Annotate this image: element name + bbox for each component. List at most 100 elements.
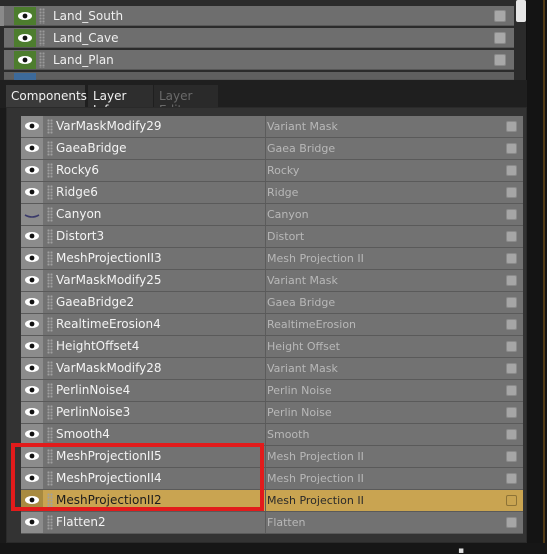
visibility-toggle[interactable] (21, 204, 43, 225)
drag-handle[interactable] (47, 141, 53, 156)
component-row[interactable]: VarMaskModify28 Variant Mask (21, 358, 523, 380)
drag-handle[interactable] (39, 8, 45, 24)
resize-grip-icon[interactable]: ▪ ▪ (458, 547, 472, 554)
component-row[interactable]: PerlinNoise4 Perlin Noise (21, 380, 523, 402)
component-row[interactable]: VarMaskModify29 Variant Mask (21, 116, 523, 138)
component-name: GaeaBridge2 (56, 295, 135, 309)
visibility-toggle[interactable] (21, 336, 43, 357)
component-type: Flatten (267, 516, 306, 529)
layer-options-button[interactable] (494, 32, 506, 44)
component-row[interactable]: Flatten2 Flatten (21, 512, 523, 534)
component-name: Canyon (56, 207, 102, 221)
drag-handle[interactable] (47, 273, 53, 288)
drag-handle[interactable] (47, 295, 53, 310)
drag-handle[interactable] (47, 361, 53, 376)
tab-layer-info[interactable]: Layer Info (88, 85, 153, 117)
component-options-button[interactable] (506, 429, 517, 440)
layer-options-button[interactable] (494, 54, 506, 66)
component-name: Distort3 (56, 229, 105, 243)
component-row[interactable]: Distort3 Distort (21, 226, 523, 248)
column-divider (265, 314, 266, 335)
landscape-layer-list: Land_South Land_Cave Land_Plan (0, 0, 527, 81)
component-options-button[interactable] (506, 385, 517, 396)
component-row[interactable]: Canyon Canyon (21, 204, 523, 226)
component-options-button[interactable] (506, 363, 517, 374)
visibility-toggle[interactable] (21, 380, 43, 401)
component-row[interactable]: PerlinNoise3 Perlin Noise (21, 402, 523, 424)
component-type: Variant Mask (267, 120, 338, 133)
component-options-button[interactable] (506, 517, 517, 528)
visibility-toggle[interactable] (21, 138, 43, 159)
component-options-button[interactable] (506, 451, 517, 462)
component-options-button[interactable] (506, 407, 517, 418)
component-row[interactable]: HeightOffset4 Height Offset (21, 336, 523, 358)
component-options-button[interactable] (506, 473, 517, 484)
drag-handle[interactable] (47, 405, 53, 420)
visibility-toggle[interactable] (21, 512, 43, 533)
visibility-toggle[interactable] (21, 424, 43, 445)
tab-components[interactable]: Components (6, 85, 87, 107)
drag-handle[interactable] (39, 30, 45, 46)
drag-handle[interactable] (47, 163, 53, 178)
component-options-button[interactable] (506, 209, 517, 220)
column-divider (265, 182, 266, 203)
drag-handle[interactable] (47, 229, 53, 244)
column-divider (265, 380, 266, 401)
component-options-button[interactable] (506, 341, 517, 352)
drag-handle[interactable] (47, 119, 53, 134)
drag-handle[interactable] (47, 515, 53, 530)
layer-row-land-cave[interactable]: Land_Cave (4, 28, 514, 48)
column-divider (265, 226, 266, 247)
component-options-button[interactable] (506, 121, 517, 132)
visibility-toggle[interactable] (21, 226, 43, 247)
visibility-toggle[interactable] (21, 402, 43, 423)
drag-handle[interactable] (47, 339, 53, 354)
drag-handle[interactable] (47, 317, 53, 332)
component-row[interactable]: GaeaBridge2 Gaea Bridge (21, 292, 523, 314)
visibility-toggle[interactable] (21, 248, 43, 269)
component-options-button[interactable] (506, 495, 517, 506)
component-type: Gaea Bridge (267, 142, 336, 155)
layer-visibility-toggle[interactable] (14, 7, 36, 25)
component-type: Gaea Bridge (267, 296, 336, 309)
visibility-toggle[interactable] (21, 292, 43, 313)
visibility-toggle[interactable] (21, 270, 43, 291)
layer-options-button[interactable] (494, 10, 506, 22)
layer-visibility-toggle[interactable] (14, 29, 36, 47)
visibility-toggle[interactable] (21, 116, 43, 137)
component-options-button[interactable] (506, 165, 517, 176)
scrollbar-thumb[interactable] (516, 0, 526, 22)
drag-handle[interactable] (39, 52, 45, 68)
eye-icon (25, 430, 39, 438)
drag-handle[interactable] (47, 185, 53, 200)
component-options-button[interactable] (506, 231, 517, 242)
component-options-button[interactable] (506, 253, 517, 264)
component-row[interactable]: Rocky6 Rocky (21, 160, 523, 182)
drag-handle[interactable] (47, 383, 53, 398)
visibility-toggle[interactable] (21, 358, 43, 379)
visibility-toggle[interactable] (21, 314, 43, 335)
component-row[interactable]: MeshProjectionII3 Mesh Projection II (21, 248, 523, 270)
column-divider (265, 204, 266, 225)
component-name: Smooth4 (56, 427, 110, 441)
component-options-button[interactable] (506, 143, 517, 154)
layer-row-land-south[interactable]: Land_South (4, 6, 514, 26)
column-divider (265, 160, 266, 181)
component-row[interactable]: Ridge6 Ridge (21, 182, 523, 204)
component-options-button[interactable] (506, 275, 517, 286)
component-row[interactable]: RealtimeErosion4 RealtimeErosion (21, 314, 523, 336)
component-options-button[interactable] (506, 187, 517, 198)
component-type: RealtimeErosion (267, 318, 357, 331)
component-options-button[interactable] (506, 319, 517, 330)
column-divider (265, 138, 266, 159)
layer-visibility-toggle[interactable] (14, 51, 36, 69)
visibility-toggle[interactable] (21, 182, 43, 203)
drag-handle[interactable] (47, 427, 53, 442)
visibility-toggle[interactable] (21, 160, 43, 181)
drag-handle[interactable] (47, 207, 53, 222)
layer-row-land-plan[interactable]: Land_Plan (4, 50, 514, 70)
component-options-button[interactable] (506, 297, 517, 308)
drag-handle[interactable] (47, 251, 53, 266)
component-row[interactable]: GaeaBridge Gaea Bridge (21, 138, 523, 160)
component-row[interactable]: VarMaskModify25 Variant Mask (21, 270, 523, 292)
